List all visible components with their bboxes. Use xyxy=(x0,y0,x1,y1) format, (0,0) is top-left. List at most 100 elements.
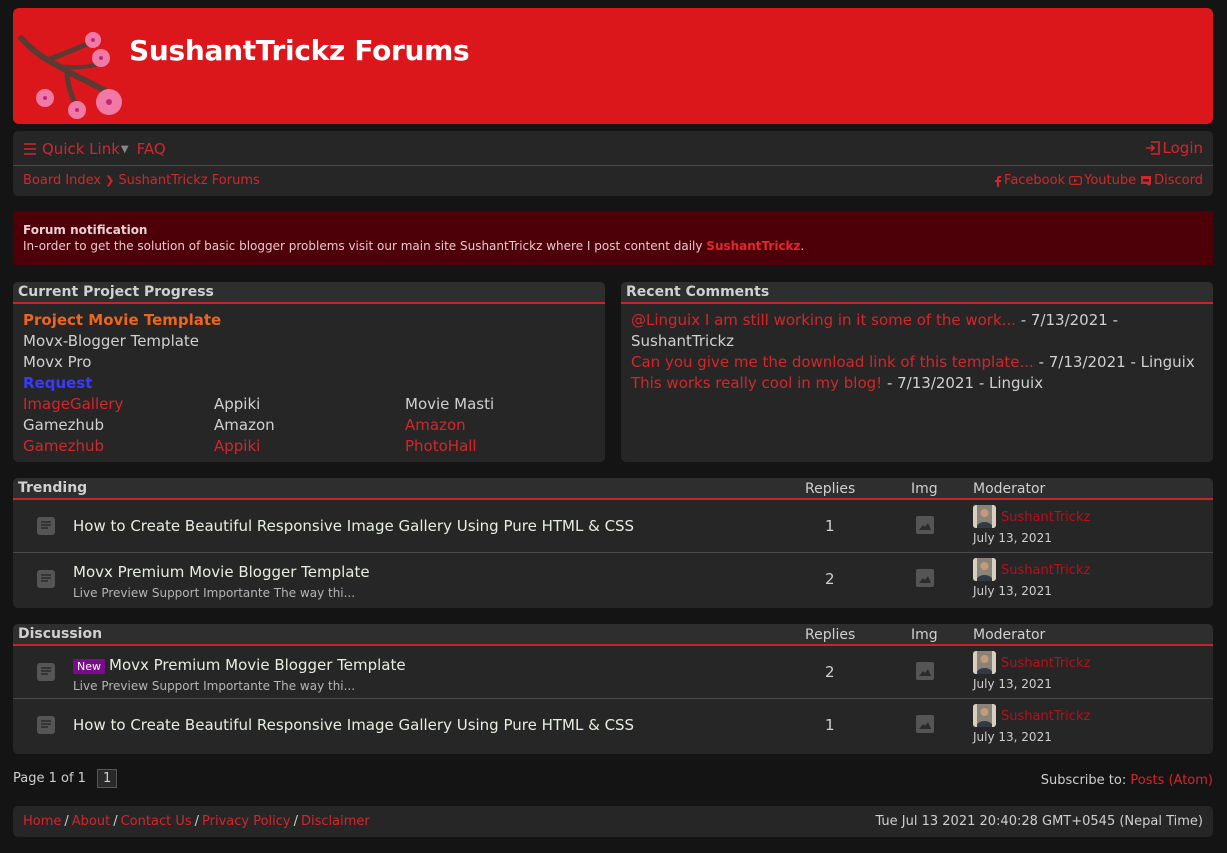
nav-bottom-row: Board Index ❯ SushantTrickz Forums Faceb… xyxy=(13,167,1213,196)
footer-links: Home / About / Contact Us / Privacy Policy / Dis… xyxy=(23,814,370,829)
footer-link-home[interactable]: Home xyxy=(23,814,61,829)
request-item[interactable]: Appiki xyxy=(214,436,405,457)
notification-end: . xyxy=(800,239,805,253)
comment-link[interactable]: This works really cool in my blog! xyxy=(631,374,882,392)
topic-title-wrap: How to Create Beautiful Responsive Image… xyxy=(73,716,634,734)
document-icon xyxy=(37,570,55,592)
post-date: July 13, 2021 xyxy=(973,531,1052,545)
discussion-table: Discussion Replies Img Moderator New Movx… xyxy=(13,624,1213,754)
page-label: Page 1 of 1 xyxy=(13,771,86,786)
pagination: Page 1 of 1 1 xyxy=(13,769,118,788)
notification-link[interactable]: SushantTrickz xyxy=(706,239,800,253)
post-date: July 13, 2021 xyxy=(973,584,1052,598)
youtube-label: Youtube xyxy=(1084,173,1137,188)
table-row: Movx Premium Movie Blogger Template Live … xyxy=(13,553,1213,606)
topic-title-wrap: New Movx Premium Movie Blogger Template xyxy=(73,656,406,674)
discord-link[interactable]: Discord xyxy=(1140,173,1203,188)
request-item: Movie Masti xyxy=(405,395,495,413)
trending-header: Trending Replies Img Moderator xyxy=(13,478,1213,500)
login-button[interactable]: Login xyxy=(1145,139,1203,157)
project-panel-body: Project Movie Template Movx-Blogger Temp… xyxy=(13,304,605,463)
site-header: SushantTrickz Forums xyxy=(13,8,1213,124)
reply-count: 2 xyxy=(825,663,835,681)
project-panel-title: Current Project Progress xyxy=(13,282,605,304)
topic-link[interactable]: How to Create Beautiful Responsive Image… xyxy=(73,716,634,734)
facebook-link[interactable]: Facebook xyxy=(994,173,1065,188)
topic-link[interactable]: Movx Premium Movie Blogger Template xyxy=(73,563,370,581)
moderator-column-header: Moderator xyxy=(973,627,1046,643)
topic-title-wrap: How to Create Beautiful Responsive Image… xyxy=(73,517,634,535)
nav-links: Quick Link ▼ FAQ xyxy=(23,140,174,158)
moderator-link[interactable]: SushantTrickz xyxy=(1001,656,1090,671)
document-icon xyxy=(37,517,55,539)
moderator-link[interactable]: SushantTrickz xyxy=(1001,510,1090,525)
moderator-avatar[interactable] xyxy=(973,704,996,727)
footer-separator: / xyxy=(194,814,199,829)
recent-comments-panel: Recent Comments @Linguix I am still work… xyxy=(621,282,1213,462)
comments-panel-title: Recent Comments xyxy=(621,282,1213,304)
social-links: Facebook Youtube Discord xyxy=(990,173,1203,188)
comment-link[interactable]: @Linguix I am still working in it some o… xyxy=(631,311,1016,329)
topic-link[interactable]: How to Create Beautiful Responsive Image… xyxy=(73,517,634,535)
discord-icon xyxy=(1141,175,1152,186)
notification-body: In-order to get the solution of basic bl… xyxy=(23,239,1203,253)
cherry-blossom-logo-icon xyxy=(18,32,122,119)
topic-snippet: Live Preview Support Importante The way … xyxy=(73,586,356,600)
footer-link-about[interactable]: About xyxy=(72,814,110,829)
discord-label: Discord xyxy=(1154,173,1203,188)
footer-separator: / xyxy=(64,814,69,829)
request-item[interactable]: ImageGallery xyxy=(23,394,214,415)
quick-link-label: Quick Link xyxy=(42,140,120,158)
comment-meta: - 7/13/2021 - Linguix xyxy=(1033,353,1195,371)
footer-link-contact-us[interactable]: Contact Us xyxy=(121,814,192,829)
youtube-link[interactable]: Youtube xyxy=(1069,173,1136,188)
site-title[interactable]: SushantTrickz Forums xyxy=(129,34,470,67)
reply-count: 2 xyxy=(825,570,835,588)
project-heading: Project Movie Template xyxy=(23,311,222,329)
discussion-rows: New Movx Premium Movie Blogger Template Li… xyxy=(13,646,1213,752)
comment-item: Can you give me the download link of thi… xyxy=(631,352,1203,373)
breadcrumb-board-index[interactable]: Board Index xyxy=(23,173,101,188)
posts-atom-link[interactable]: Posts (Atom) xyxy=(1130,773,1213,788)
request-item: Amazon xyxy=(214,416,275,434)
request-item: Appiki xyxy=(214,395,261,413)
moderator-avatar[interactable] xyxy=(973,558,996,581)
moderator-link[interactable]: SushantTrickz xyxy=(1001,563,1090,578)
faq-link[interactable]: FAQ xyxy=(137,140,166,158)
image-icon xyxy=(916,569,934,591)
footer-link-privacy-policy[interactable]: Privacy Policy xyxy=(202,814,291,829)
forum-notification: Forum notification In-order to get the s… xyxy=(13,211,1213,265)
subscribe-label: Subscribe to: xyxy=(1040,773,1131,788)
footer-link-disclaimer[interactable]: Disclaimer xyxy=(301,814,370,829)
youtube-icon xyxy=(1069,175,1083,185)
request-item[interactable]: Amazon xyxy=(405,415,596,436)
facebook-icon xyxy=(995,175,1002,187)
request-item[interactable]: PhotoHall xyxy=(405,436,596,457)
subscribe-links: Subscribe to: Posts (Atom) xyxy=(1041,773,1213,788)
moderator-avatar[interactable] xyxy=(973,505,996,528)
footer: Home / About / Contact Us / Privacy Policy / Dis… xyxy=(13,806,1213,837)
img-column-header: Img xyxy=(911,627,938,643)
caret-down-icon: ▼ xyxy=(120,143,129,155)
post-date: July 13, 2021 xyxy=(973,677,1052,691)
project-progress-panel: Current Project Progress Project Movie T… xyxy=(13,282,605,462)
project-item: Movx-Blogger Template xyxy=(23,332,200,350)
new-badge: New xyxy=(73,659,105,674)
table-row: New Movx Premium Movie Blogger Template Li… xyxy=(13,646,1213,699)
discussion-title: Discussion xyxy=(18,626,103,642)
page-button-1[interactable]: 1 xyxy=(96,769,118,788)
breadcrumb-forum[interactable]: SushantTrickz Forums xyxy=(118,173,259,188)
moderator-link[interactable]: SushantTrickz xyxy=(1001,709,1090,724)
comment-link[interactable]: Can you give me the download link of thi… xyxy=(631,353,1034,371)
notification-text: In-order to get the solution of basic bl… xyxy=(23,239,707,253)
facebook-label: Facebook xyxy=(1004,173,1066,188)
request-item[interactable]: Gamezhub xyxy=(23,436,214,457)
moderator-avatar[interactable] xyxy=(973,651,996,674)
notification-title: Forum notification xyxy=(23,223,148,237)
login-icon xyxy=(1145,141,1160,155)
topic-link[interactable]: Movx Premium Movie Blogger Template xyxy=(109,656,406,674)
nav-top-row: Quick Link ▼ FAQ Login xyxy=(13,131,1213,166)
discussion-header: Discussion Replies Img Moderator xyxy=(13,624,1213,646)
quick-link-menu[interactable]: Quick Link ▼ xyxy=(23,140,129,158)
footer-separator: / xyxy=(113,814,118,829)
